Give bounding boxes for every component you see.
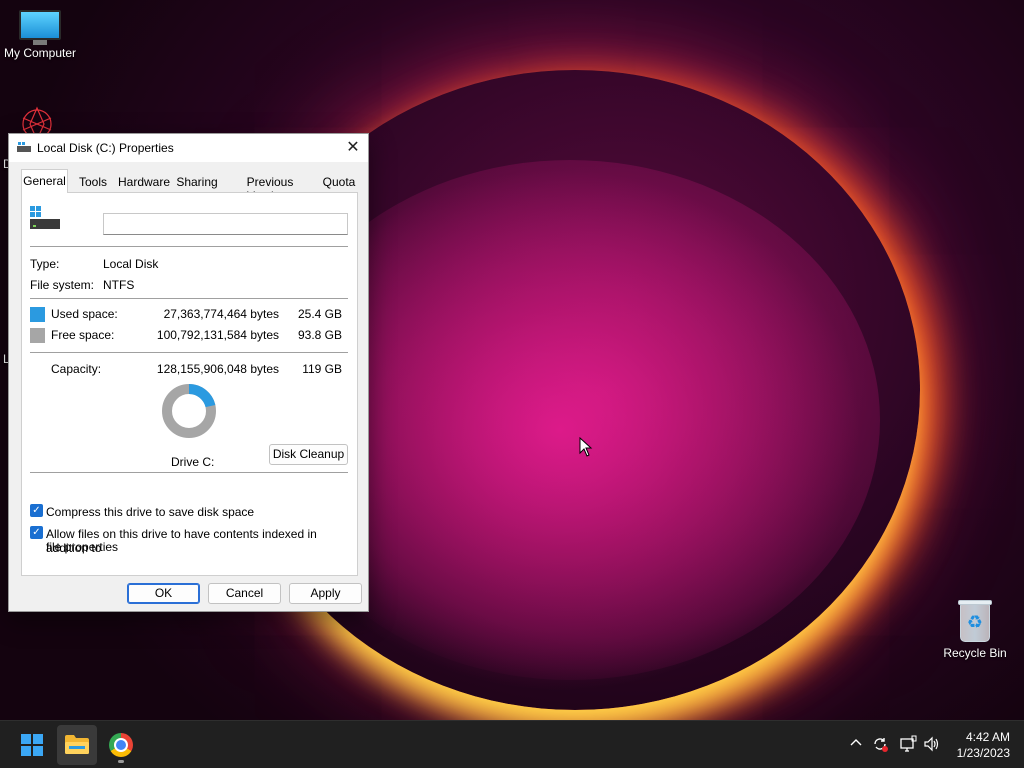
- desktop-icon-my-computer[interactable]: My Computer: [0, 10, 80, 60]
- taskbar-chrome[interactable]: [101, 725, 141, 765]
- desktop-icon-label: Recycle Bin: [943, 646, 1007, 660]
- free-space-bytes: 100,792,131,584 bytes: [156, 328, 279, 342]
- dialog-title: Local Disk (C:) Properties: [37, 141, 174, 155]
- capacity-label: Capacity:: [51, 362, 102, 376]
- divider: [30, 298, 348, 299]
- sync-icon[interactable]: [870, 735, 890, 755]
- folder-icon: [65, 735, 89, 754]
- type-label: Type:: [30, 257, 60, 271]
- used-space-label: Used space:: [51, 307, 118, 321]
- disk-properties-dialog: Local Disk (C:) Properties ✕ General Too…: [8, 133, 369, 612]
- desktop-icon-label: My Computer: [3, 46, 77, 60]
- index-checkbox[interactable]: ✓: [30, 526, 43, 539]
- chevron-up-icon[interactable]: [846, 735, 866, 755]
- chrome-icon: [109, 733, 133, 757]
- computer-icon: [18, 10, 62, 45]
- disk-cleanup-button[interactable]: Disk Cleanup: [269, 444, 348, 465]
- network-icon[interactable]: [898, 735, 918, 755]
- divider: [30, 352, 348, 353]
- desktop-icon-recycle-bin[interactable]: ♻ Recycle Bin: [935, 598, 1015, 660]
- tab-hardware[interactable]: Hardware: [117, 171, 171, 193]
- clock-date: 1/23/2023: [956, 746, 1010, 760]
- used-space-bytes: 27,363,774,464 bytes: [163, 307, 279, 321]
- tab-quota[interactable]: Quota: [319, 171, 359, 193]
- system-clock[interactable]: 4:42 AM 1/23/2023: [940, 729, 1010, 761]
- used-space-gb: 25.4 GB: [297, 307, 342, 321]
- close-button[interactable]: ✕: [338, 134, 368, 162]
- compress-checkbox[interactable]: ✓: [30, 504, 43, 517]
- tab-sharing[interactable]: Sharing: [173, 171, 221, 193]
- windows-logo-icon: [21, 734, 43, 756]
- running-indicator: [118, 760, 124, 763]
- free-space-gb: 93.8 GB: [297, 328, 342, 342]
- divider: [30, 246, 348, 247]
- drive-icon: [17, 142, 31, 152]
- index-label-continued: file properties: [46, 540, 119, 554]
- apply-button[interactable]: Apply: [289, 583, 362, 604]
- start-button[interactable]: [12, 725, 52, 765]
- tab-previous-versions[interactable]: Previous Versions: [223, 171, 317, 203]
- ok-button[interactable]: OK: [127, 583, 200, 604]
- file-system-value: NTFS: [103, 278, 135, 292]
- used-space-swatch: [30, 307, 45, 322]
- tab-general[interactable]: General: [21, 169, 68, 193]
- taskbar-file-explorer[interactable]: [57, 725, 97, 765]
- tab-tools[interactable]: Tools: [71, 171, 115, 193]
- capacity-gb: 119 GB: [302, 362, 342, 376]
- type-value: Local Disk: [103, 257, 159, 271]
- compress-label: Compress this drive to save disk space: [46, 505, 255, 519]
- free-space-label: Free space:: [51, 328, 115, 342]
- clock-time: 4:42 AM: [965, 730, 1010, 744]
- file-system-label: File system:: [30, 278, 95, 292]
- divider: [30, 472, 348, 473]
- usage-donut-chart: [162, 384, 216, 438]
- general-tab-panel: Type: Local Disk File system: NTFS Used …: [21, 192, 358, 576]
- cancel-button[interactable]: Cancel: [208, 583, 281, 604]
- mouse-cursor-icon: [579, 437, 593, 457]
- volume-icon[interactable]: [922, 735, 942, 755]
- recycle-bin-icon: ♻: [957, 598, 993, 642]
- free-space-swatch: [30, 328, 45, 343]
- dialog-titlebar[interactable]: Local Disk (C:) Properties ✕: [9, 134, 368, 162]
- taskbar: 4:42 AM 1/23/2023: [0, 720, 1024, 768]
- capacity-bytes: 128,155,906,048 bytes: [156, 362, 279, 376]
- drive-c-icon: [30, 206, 60, 229]
- volume-label-input[interactable]: [103, 213, 348, 235]
- drive-label: Drive C:: [171, 455, 215, 469]
